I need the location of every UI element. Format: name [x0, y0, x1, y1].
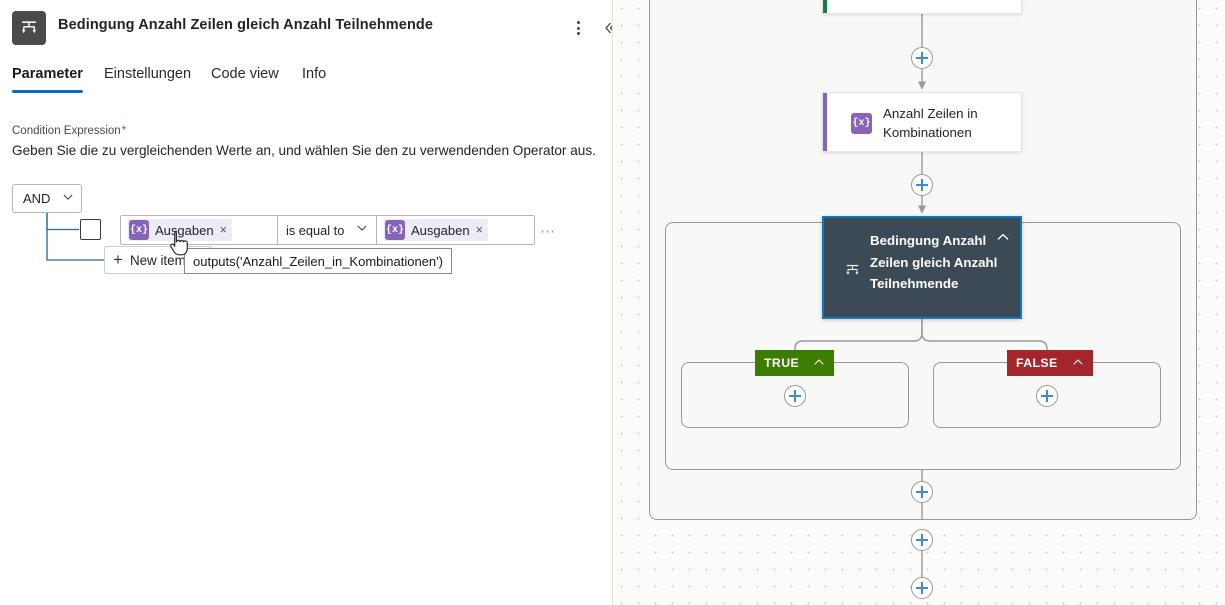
field-label-text: Condition Expression: [12, 125, 121, 137]
page-title: Bedingung Anzahl Zeilen gleich Anzahl Te…: [58, 17, 434, 33]
action-details-panel: Bedingung Anzahl Zeilen gleich Anzahl Te…: [0, 0, 613, 605]
condition-operator-dropdown[interactable]: is equal to: [277, 216, 377, 244]
flow-node-top[interactable]: [822, 0, 1022, 14]
more-vertical-icon: [576, 21, 580, 35]
add-step-button-true-branch[interactable]: [784, 385, 806, 407]
condition-row: {x} Ausgaben × is equal to {x} Ausgaben …: [120, 215, 535, 245]
flow-node-condition-selected[interactable]: Bedingung Anzahl Zeilen gleich Anzahl Te…: [822, 216, 1022, 319]
condition-icon: [844, 262, 861, 284]
branch-label-false[interactable]: FALSE: [1007, 350, 1093, 376]
tab-label: Code view: [211, 66, 279, 82]
branch-label-true[interactable]: TRUE: [755, 350, 835, 376]
add-step-button-false-branch[interactable]: [1036, 385, 1058, 407]
expression-icon: {x}: [129, 220, 149, 240]
plus-icon: +: [113, 250, 123, 269]
new-item-label: New item: [129, 252, 186, 268]
condition-row-checkbox[interactable]: [80, 219, 101, 240]
operator-value: is equal to: [286, 222, 345, 238]
expression-tooltip: outputs('Anzahl_Zeilen_in_Kombinationen'…: [184, 248, 452, 274]
flow-designer-canvas[interactable]: {x} Anzahl Zeilen in Kombinationen Bedin…: [613, 0, 1225, 605]
chevron-up-icon: [813, 356, 825, 371]
token-label: Ausgaben: [411, 222, 470, 238]
required-asterisk: *: [121, 125, 127, 137]
add-step-button[interactable]: [911, 481, 933, 503]
condition-left-value[interactable]: {x} Ausgaben ×: [121, 216, 277, 244]
branch-label-text: FALSE: [1016, 356, 1058, 370]
chevron-up-icon: [1072, 356, 1084, 371]
token-chip-left[interactable]: {x} Ausgaben ×: [128, 219, 232, 241]
add-step-button[interactable]: [911, 529, 933, 551]
flow-node-compose[interactable]: {x} Anzahl Zeilen in Kombinationen: [822, 92, 1022, 152]
link-icon: [993, 0, 1009, 7]
add-step-button[interactable]: [911, 577, 933, 599]
add-step-button[interactable]: [911, 47, 933, 69]
tab-active-underline: [12, 90, 83, 93]
token-remove-icon[interactable]: ×: [220, 223, 227, 237]
logic-operator-value: AND: [23, 191, 51, 206]
add-step-button[interactable]: [911, 174, 933, 196]
expression-icon: {x}: [385, 220, 405, 240]
token-label: Ausgaben: [155, 222, 214, 238]
chevron-down-icon: [356, 221, 368, 239]
branch-label-text: TRUE: [764, 356, 800, 370]
tab-code-view[interactable]: Code view: [211, 58, 279, 100]
node-title: Anzahl Zeilen in Kombinationen: [883, 106, 978, 140]
panel-header: Bedingung Anzahl Zeilen gleich Anzahl Te…: [0, 0, 612, 56]
chevron-double-left-icon: [605, 22, 612, 34]
more-options-button[interactable]: [564, 14, 592, 42]
collapse-panel-button[interactable]: [596, 14, 612, 42]
expression-icon: {x}: [851, 113, 872, 134]
app-root: Bedingung Anzahl Zeilen gleich Anzahl Te…: [0, 0, 1225, 605]
node-accent-bar: [823, 0, 827, 13]
tab-parameter[interactable]: Parameter: [12, 58, 83, 100]
condition-expression-label: Condition Expression*: [12, 125, 126, 137]
condition-description: Geben Sie die zu vergleichenden Werte an…: [12, 143, 596, 158]
panel-tabs: Parameter Einstellungen Code view Info: [0, 58, 612, 100]
tab-einstellungen[interactable]: Einstellungen: [104, 58, 191, 100]
tab-info[interactable]: Info: [302, 58, 326, 100]
chevron-up-icon[interactable]: [996, 230, 1010, 249]
node-title: Bedingung Anzahl Zeilen gleich Anzahl Te…: [870, 233, 998, 291]
logic-operator-dropdown[interactable]: AND: [12, 184, 82, 213]
tab-label: Info: [302, 66, 327, 82]
tab-label: Parameter: [12, 66, 83, 82]
tab-label: Einstellungen: [104, 66, 192, 82]
condition-icon: [12, 11, 46, 45]
token-chip-right[interactable]: {x} Ausgaben ×: [384, 219, 488, 241]
token-remove-icon[interactable]: ×: [476, 223, 483, 237]
chevron-down-icon: [62, 190, 74, 208]
condition-right-value[interactable]: {x} Ausgaben ×: [377, 216, 533, 244]
node-accent-bar: [823, 93, 827, 151]
condition-row-overflow-button[interactable]: ⋯: [540, 222, 556, 240]
